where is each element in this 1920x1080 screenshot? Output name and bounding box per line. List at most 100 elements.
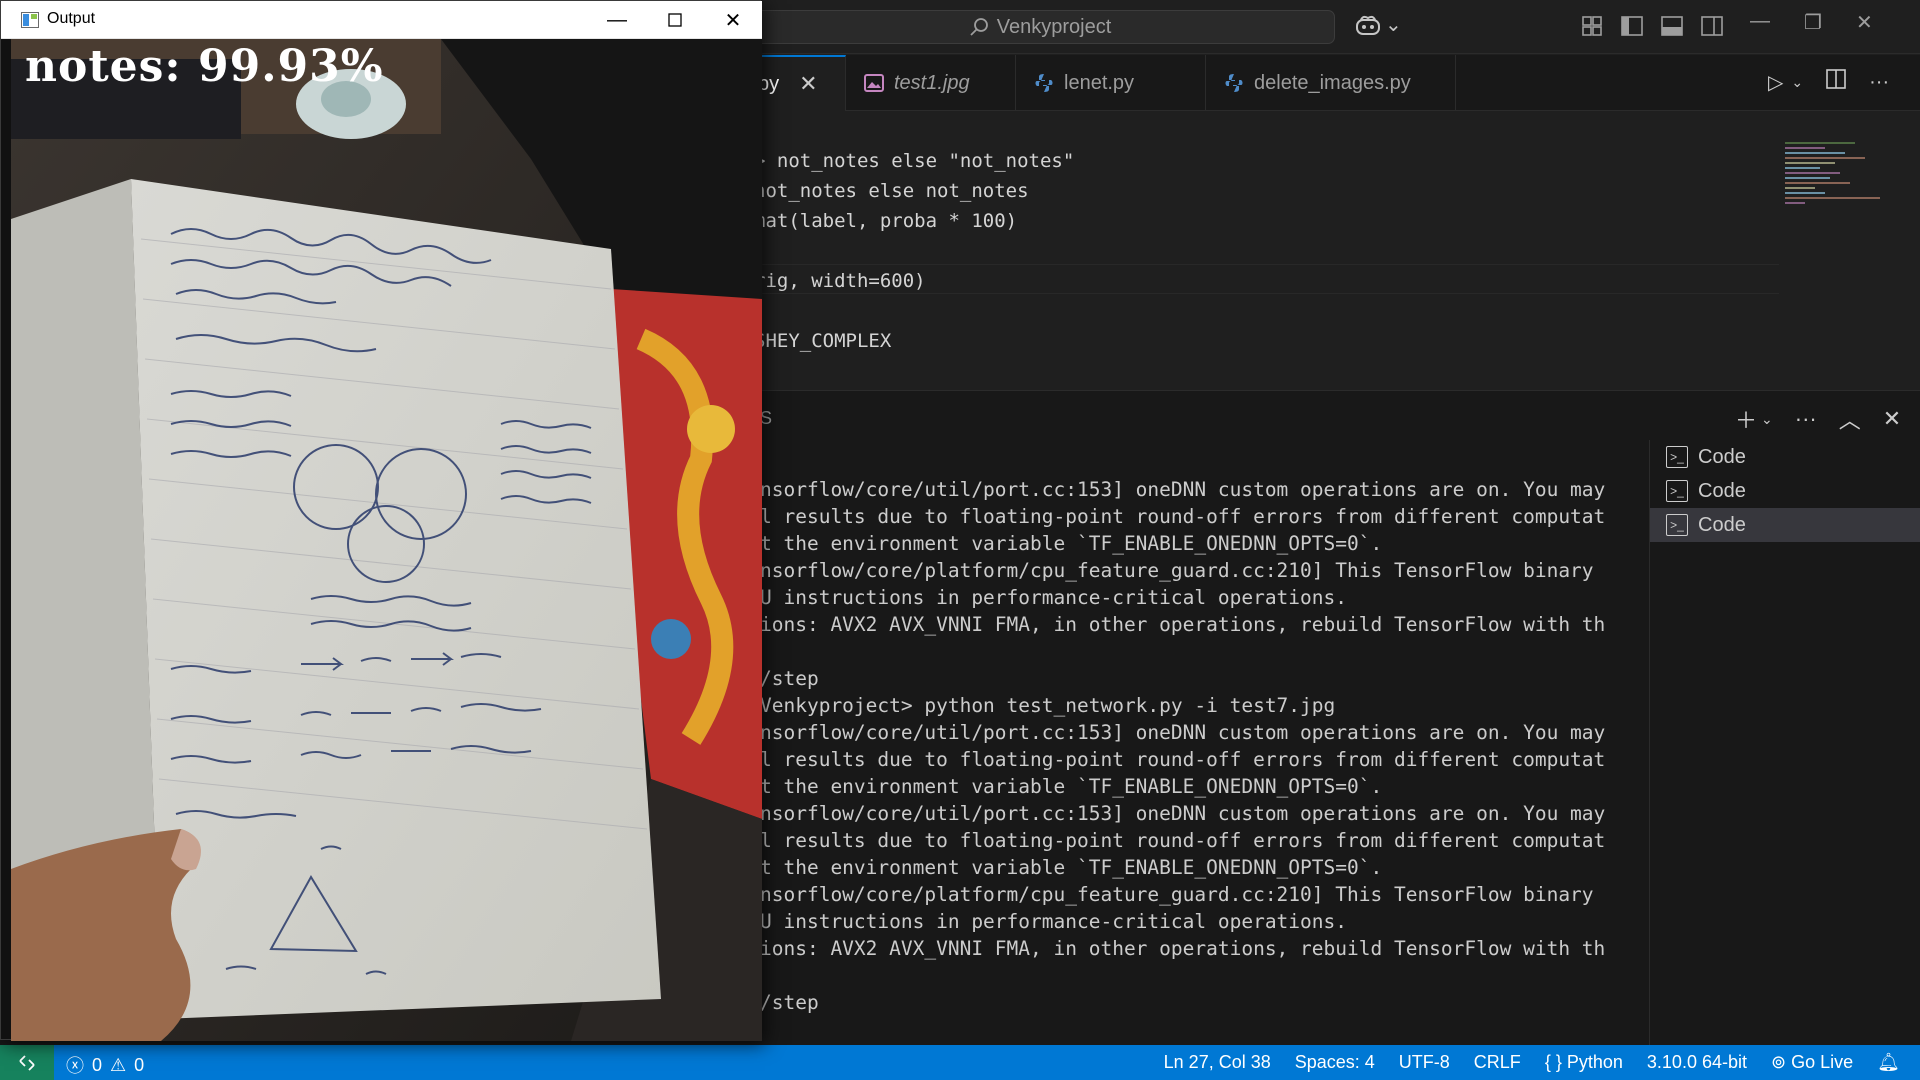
code-line: rig, width=600) xyxy=(754,270,926,292)
terminal-instance-label: Code xyxy=(1698,479,1746,502)
terminal-line: l results due to floating-point round-of… xyxy=(760,505,1606,528)
terminal-icon: >_ xyxy=(1666,514,1688,536)
status-bar: ⓧ 0 ⚠ 0 Ln 27, Col 38 Spaces: 4 UTF-8 CR… xyxy=(0,1045,1920,1080)
terminal-line: l results due to floating-point round-of… xyxy=(760,829,1606,852)
python-interpreter[interactable]: 3.10.0 64-bit xyxy=(1647,1052,1747,1073)
python-file-icon xyxy=(1225,74,1243,92)
layout-controls xyxy=(1580,14,1724,38)
terminal-line: /step xyxy=(760,991,819,1014)
minimize-icon[interactable]: — xyxy=(1750,10,1770,35)
chevron-down-icon: ⌄ xyxy=(1385,14,1402,36)
toggle-secondary-sidebar-icon[interactable] xyxy=(1700,14,1724,38)
terminal-line: Venkyproject> python test_network.py -i … xyxy=(760,694,1336,717)
desktop: Venkyproject ⌄ — ❐ ✕ py ✕ test1.jpg lene… xyxy=(0,0,1920,1080)
terminal-line: t the environment variable `TF_ENABLE_ON… xyxy=(760,856,1383,879)
terminal-line: U instructions in performance-critical o… xyxy=(760,910,1347,933)
minimap[interactable] xyxy=(1785,142,1895,232)
more-actions-icon[interactable]: ··· xyxy=(1795,406,1817,432)
terminal-instance-selected[interactable]: >_ Code xyxy=(1650,508,1920,542)
problems-indicator[interactable]: ⓧ 0 ⚠ 0 xyxy=(66,1052,144,1078)
braces-icon: { } xyxy=(1544,1052,1562,1072)
window-controls: — ✕ xyxy=(588,1,762,39)
output-window-titlebar[interactable]: Output — ✕ xyxy=(1,1,762,39)
cursor-position[interactable]: Ln 27, Col 38 xyxy=(1164,1052,1271,1073)
bell-icon[interactable]: 🔔︎ xyxy=(1877,1052,1900,1073)
terminal-instance-label: Code xyxy=(1698,513,1746,536)
terminal-line: nsorflow/core/util/port.cc:153] oneDNN c… xyxy=(760,802,1606,825)
search-label: Venkyproject xyxy=(996,15,1112,38)
broadcast-icon: ⊚ xyxy=(1770,1052,1787,1072)
go-live-label: Go Live xyxy=(1791,1052,1854,1072)
error-count: 0 xyxy=(92,1054,103,1075)
terminal-line: t the environment variable `TF_ENABLE_ON… xyxy=(760,775,1383,798)
language-label: Python xyxy=(1566,1052,1623,1072)
output-window[interactable]: Output — ✕ notes: 99.93% xyxy=(0,0,762,1041)
terminal-line: /step xyxy=(760,667,819,690)
more-actions-icon[interactable]: ··· xyxy=(1869,71,1889,94)
customize-layout-icon[interactable] xyxy=(1580,14,1604,38)
tab-delete-images-py[interactable]: delete_images.py xyxy=(1206,55,1456,111)
command-center-search[interactable]: Venkyproject xyxy=(745,10,1335,44)
terminal-line: ions: AVX2 AVX_VNNI FMA, in other operat… xyxy=(760,613,1606,636)
code-line: SHEY_COMPLEX xyxy=(754,330,892,352)
notebook-photo xyxy=(11,39,762,1041)
run-icon[interactable]: ▷ xyxy=(1768,70,1783,95)
close-icon[interactable]: ✕ xyxy=(1856,10,1873,35)
window-app-icon xyxy=(21,12,39,28)
image-file-icon xyxy=(864,74,884,92)
python-file-icon xyxy=(1035,74,1053,92)
toggle-panel-icon[interactable] xyxy=(1660,14,1684,38)
terminal-instance-list: >_ Code >_ Code >_ Code xyxy=(1650,440,1920,1045)
terminal-scrollbar[interactable] xyxy=(1628,440,1650,1045)
code-line: > not_notes else "not_notes" xyxy=(754,150,1075,172)
terminal-line: nsorflow/core/util/port.cc:153] oneDNN c… xyxy=(760,478,1606,501)
restore-icon[interactable]: ❐ xyxy=(1804,10,1822,35)
remote-icon xyxy=(19,1054,35,1071)
go-live-button[interactable]: ⊚ Go Live xyxy=(1771,1052,1853,1073)
warning-count: 0 xyxy=(134,1054,145,1075)
warning-icon: ⚠ xyxy=(110,1054,127,1075)
prediction-label: notes: 99.93% xyxy=(25,41,384,92)
tab-lenet-py[interactable]: lenet.py xyxy=(1016,55,1206,111)
close-tab-icon[interactable]: ✕ xyxy=(799,71,817,97)
terminal-line: t the environment variable `TF_ENABLE_ON… xyxy=(760,532,1383,555)
tab-label: delete_images.py xyxy=(1254,71,1411,94)
line-ending[interactable]: CRLF xyxy=(1474,1052,1521,1073)
window-title: Output xyxy=(47,10,96,27)
terminal-line: U instructions in performance-critical o… xyxy=(760,586,1347,609)
minimize-icon[interactable]: — xyxy=(588,1,646,39)
encoding[interactable]: UTF-8 xyxy=(1399,1052,1450,1073)
vscode-window-controls: — ❐ ✕ xyxy=(1750,10,1873,35)
tab-label: test1.jpg xyxy=(894,71,970,94)
terminal-line: nsorflow/core/platform/cpu_feature_guard… xyxy=(760,559,1594,582)
chevron-down-icon[interactable]: ⌄ xyxy=(1761,411,1773,428)
tab-label: lenet.py xyxy=(1064,71,1135,94)
terminal-instance[interactable]: >_ Code xyxy=(1650,440,1920,474)
code-line: not_notes else not_notes xyxy=(754,180,1029,202)
panel-actions: ＋ ⌄ ··· ︿ ✕ xyxy=(1735,403,1901,435)
tab-test1-jpg[interactable]: test1.jpg xyxy=(846,55,1016,111)
terminal-icon: >_ xyxy=(1666,446,1688,468)
terminal-instance-label: Code xyxy=(1698,445,1746,468)
chevron-down-icon[interactable]: ⌄ xyxy=(1791,74,1803,91)
terminal-line: l results due to floating-point round-of… xyxy=(760,748,1606,771)
code-line: mat(label, proba * 100) xyxy=(754,210,1018,232)
split-editor-icon[interactable] xyxy=(1825,68,1847,96)
terminal-icon: >_ xyxy=(1666,480,1688,502)
terminal-line: nsorflow/core/platform/cpu_feature_guard… xyxy=(760,883,1594,906)
close-icon[interactable]: ✕ xyxy=(704,1,762,39)
remote-indicator[interactable] xyxy=(0,1045,54,1080)
maximize-icon[interactable] xyxy=(646,1,704,39)
close-panel-icon[interactable]: ✕ xyxy=(1883,406,1901,432)
toggle-sidebar-icon[interactable] xyxy=(1620,14,1644,38)
copilot-menu[interactable]: ⌄ xyxy=(1355,12,1402,37)
indentation[interactable]: Spaces: 4 xyxy=(1295,1052,1375,1073)
terminal-instance[interactable]: >_ Code xyxy=(1650,474,1920,508)
terminal-line: nsorflow/core/util/port.cc:153] oneDNN c… xyxy=(760,721,1606,744)
search-icon xyxy=(970,18,988,36)
error-icon: ⓧ xyxy=(66,1056,84,1076)
new-terminal-icon[interactable]: ＋ xyxy=(1735,403,1757,435)
maximize-panel-icon[interactable]: ︿ xyxy=(1839,403,1861,435)
editor-actions: ▷ ⌄ ··· xyxy=(1768,68,1889,96)
language-mode[interactable]: { } Python xyxy=(1545,1052,1623,1073)
